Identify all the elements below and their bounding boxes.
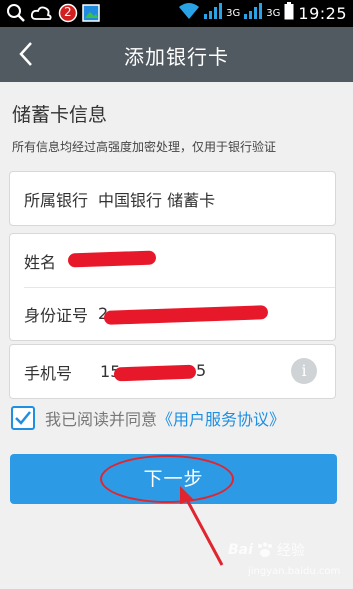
name-label: 姓名 — [24, 252, 57, 272]
watermark-suffix: 经验 — [276, 543, 305, 559]
status-time: 19:25 — [298, 3, 347, 23]
signal-icon — [204, 3, 223, 23]
agreement-text: 我已阅读并同意 — [45, 410, 158, 429]
bank-label: 所属银行 — [24, 190, 89, 210]
notification-badge-icon: 2 — [58, 3, 78, 27]
signal-icon-2 — [244, 3, 263, 23]
section-title: 储蓄卡信息 — [12, 104, 108, 126]
bank-card: 所属银行 中国银行 储蓄卡 — [9, 171, 336, 226]
section-subtitle: 所有信息均经过高强度加密处理，仅用于银行验证 — [12, 140, 277, 154]
wifi-icon — [178, 2, 200, 24]
agreement-row: 我已阅读并同意 《用户服务协议》 — [11, 406, 285, 430]
id-label: 身份证号 — [24, 305, 89, 325]
search-icon — [6, 3, 26, 27]
agreement-checkbox[interactable] — [11, 406, 35, 430]
user-service-agreement-link[interactable]: 《用户服务协议》 — [157, 406, 285, 430]
status-bar-left: 2 — [6, 3, 100, 27]
bank-value: 中国银行 储蓄卡 — [98, 190, 216, 210]
bank-row[interactable]: 所属银行 中国银行 储蓄卡 — [10, 172, 335, 225]
phone-label: 手机号 — [24, 363, 73, 383]
title-bar: 添加银行卡 — [0, 27, 353, 82]
status-bar: 2 3G 3G 19:25 — [0, 0, 353, 27]
identity-card: 姓名 身份证号 2 — [9, 233, 336, 341]
status-bar-right: 3G 3G 19:25 — [178, 2, 347, 24]
id-row[interactable]: 身份证号 2 — [10, 287, 335, 340]
gallery-icon — [82, 4, 100, 26]
weather-icon — [30, 3, 54, 27]
check-icon — [15, 411, 31, 425]
phone-card: 手机号 15 5 i — [9, 344, 336, 399]
watermark-brand: Bai — [228, 542, 253, 558]
notification-badge-count: 2 — [64, 5, 72, 19]
paw-icon — [257, 542, 272, 557]
phone-value-suffix: 5 — [196, 361, 207, 380]
baidu-watermark: Bai 经验 — [228, 540, 305, 560]
battery-icon — [284, 2, 294, 24]
annotation-arrow-icon — [180, 486, 224, 566]
page-title: 添加银行卡 — [124, 45, 229, 69]
id-redaction-mark — [103, 305, 269, 325]
network-type-label: 3G — [226, 7, 241, 19]
phone-row[interactable]: 手机号 15 5 i — [10, 345, 335, 398]
watermark-url: jingyan.baidu.com — [248, 566, 341, 577]
name-row[interactable]: 姓名 — [10, 234, 335, 287]
network-type-label-2: 3G — [266, 7, 281, 19]
phone-redaction-mark — [113, 364, 197, 382]
info-icon[interactable]: i — [291, 358, 317, 384]
